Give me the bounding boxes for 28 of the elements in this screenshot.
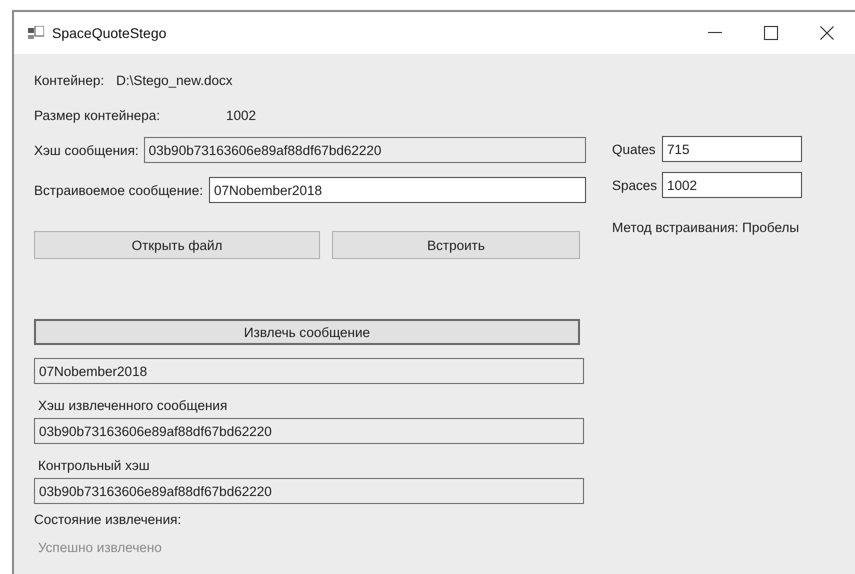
container-path: D:\Stego_new.docx [116, 72, 232, 88]
embedded-message-label: Встраивоемое сообщение: [34, 182, 203, 198]
spaces-field[interactable]: 1002 [662, 172, 802, 198]
embed-button[interactable]: Встроить [332, 231, 580, 259]
extraction-state-label: Состояние извлечения: [34, 512, 182, 528]
minimize-icon [708, 32, 722, 34]
control-hash-field[interactable]: 03b90b73163606e89af88df67bd62220 [34, 478, 584, 504]
control-hash-label: Контрольный хэш [38, 458, 151, 474]
extracted-hash-label: Хэш извлеченного сообщения [38, 398, 228, 414]
maximize-icon [764, 26, 778, 40]
window-title: SpaceQuoteStego [52, 25, 166, 41]
message-hash-field[interactable]: 03b90b73163606e89af88df67bd62220 [144, 137, 586, 163]
quotes-field[interactable]: 715 [662, 136, 802, 162]
extracted-hash-field[interactable]: 03b90b73163606e89af88df67bd62220 [34, 418, 584, 444]
embedding-method-text: Метод встраивания: Пробелы [612, 220, 800, 235]
quotes-label: Quates [612, 142, 656, 156]
container-label: Контейнер: [34, 72, 104, 88]
app-icon [28, 26, 44, 40]
extracted-message-field[interactable]: 07Nobember2018 [34, 358, 584, 384]
embedded-message-field[interactable]: 07Nobember2018 [208, 177, 586, 203]
container-size-value: 1002 [226, 108, 256, 122]
spaces-label: Spaces [612, 178, 656, 192]
container-size-label: Размер контейнера: [34, 108, 160, 122]
close-icon [820, 26, 834, 40]
open-file-button[interactable]: Открыть файл [34, 231, 320, 259]
message-hash-label: Хэш сообщения: [34, 142, 139, 158]
extraction-status-text: Успешно извлечено [38, 540, 163, 555]
extract-message-button[interactable]: Извлечь сообщение [34, 319, 580, 345]
